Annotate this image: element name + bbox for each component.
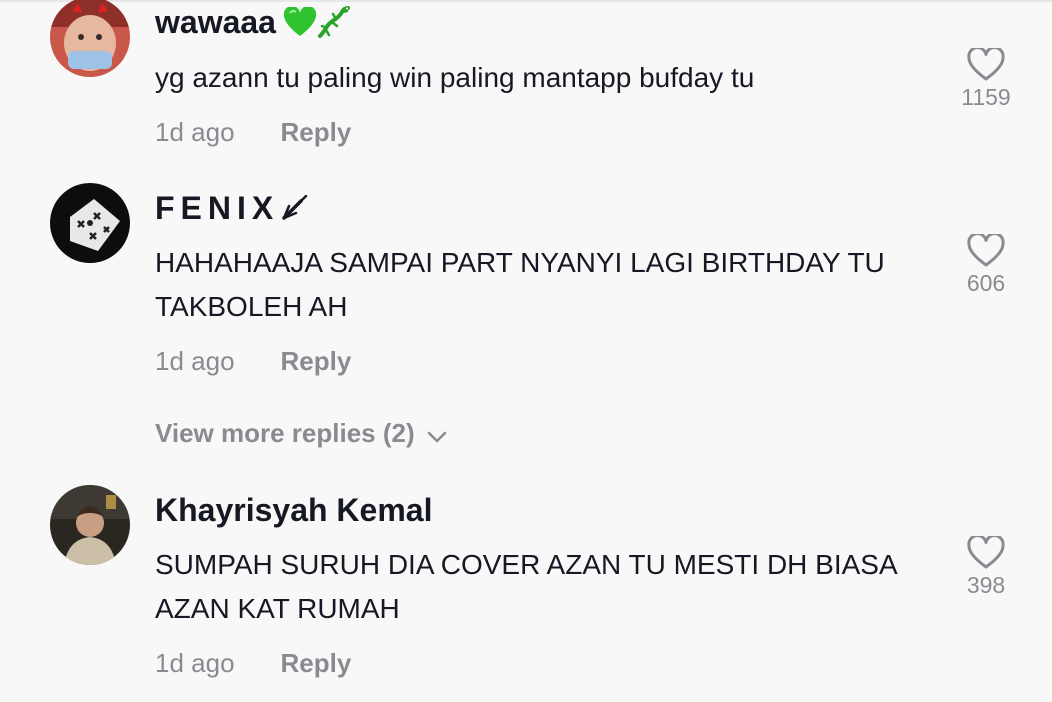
reply-button[interactable]: Reply [281,648,352,678]
comment-time: 1d ago [155,117,235,147]
like-button[interactable]: 398 [946,536,1026,599]
reply-button[interactable]: Reply [281,117,352,147]
username-text: FENIX [155,190,280,226]
avatar[interactable] [50,0,130,77]
comment-meta: 1d ago Reply [155,648,351,679]
like-count: 398 [966,572,1006,598]
like-button[interactable]: 1159 [946,48,1026,111]
comment-username[interactable]: Khayrisyah Kemal [155,492,432,529]
view-more-label: View more replies (2) [155,418,415,448]
comment-time: 1d ago [155,648,235,678]
green-heart-emoji [283,5,317,45]
like-count: 606 [966,270,1006,296]
comment-username[interactable]: wawaaa [155,4,352,47]
pen-icon [281,192,309,229]
top-divider [0,0,1052,2]
avatar[interactable] [50,183,130,263]
comment-text: HAHAHAAJA SAMPAI PART NYANYI LAGI BIRTHD… [155,247,885,322]
heart-outline-icon [967,536,1005,569]
like-count: 1159 [961,84,1011,110]
comment-text: SUMPAH SURUH DIA COVER AZAN TU MESTI DH … [155,549,897,624]
comment-meta: 1d ago Reply [155,346,351,377]
comment-username[interactable]: FENIX [155,190,309,229]
comment-meta: 1d ago Reply [155,117,351,148]
comment-text: yg azann tu paling win paling mantapp bu… [155,62,755,93]
heart-outline-icon [967,48,1005,81]
chevron-down-icon [427,420,447,451]
reply-button[interactable]: Reply [281,346,352,376]
username-text: wawaaa [155,4,276,40]
avatar[interactable] [50,485,130,565]
like-button[interactable]: 606 [946,234,1026,297]
view-more-replies-button[interactable]: View more replies (2) [155,418,447,451]
comment-time: 1d ago [155,346,235,376]
heart-outline-icon [967,234,1005,267]
lizard-emoji [317,5,352,47]
